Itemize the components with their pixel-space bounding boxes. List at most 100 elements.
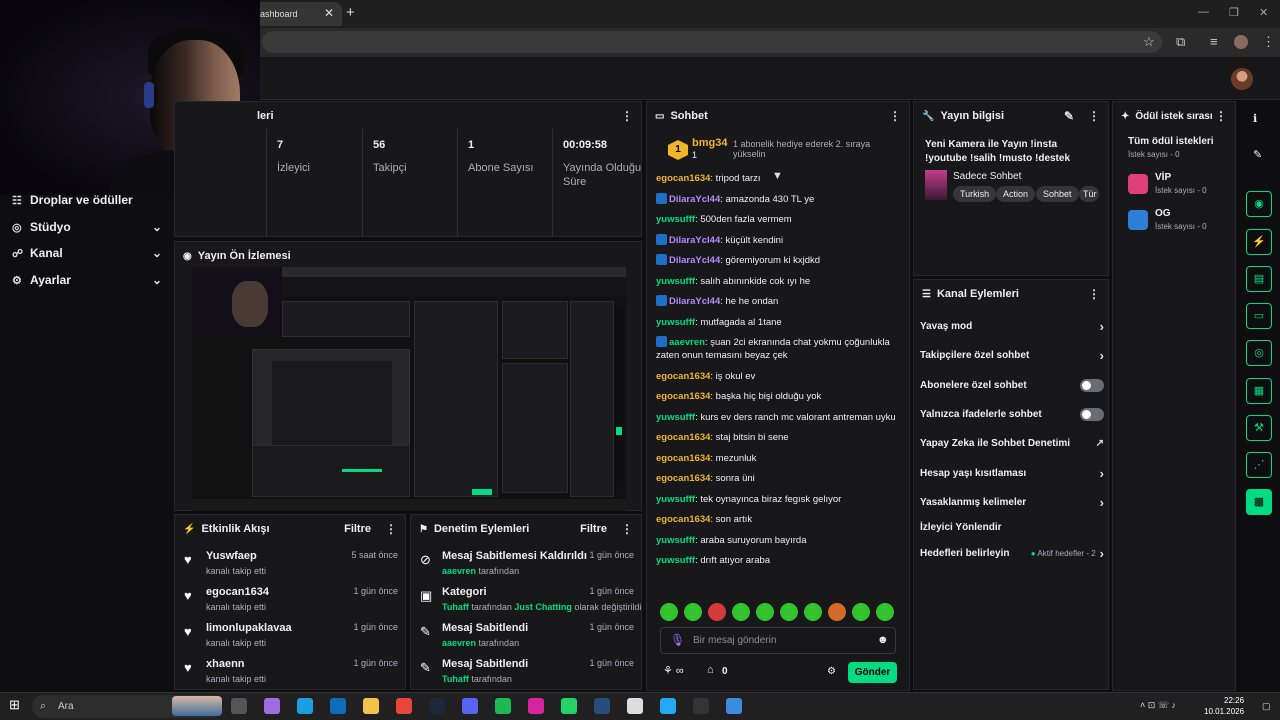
event-row[interactable]: ♥ xhaenn kanalı takip etti 1 gün önce xyxy=(182,656,398,688)
chat-username[interactable]: yuwsufff xyxy=(656,412,695,423)
extensions-icon[interactable]: ⧉ xyxy=(1176,34,1185,50)
chat-message[interactable]: yuwsufff: kurs ev ders ranch mc valorant… xyxy=(656,411,906,424)
action-ai-moderation[interactable]: Yapay Zeka ile Sohbet Denetimi ↗ xyxy=(920,433,1104,453)
clipboard-icon[interactable]: ▤ xyxy=(1246,266,1272,292)
reward-og[interactable] xyxy=(1128,210,1148,230)
close-window-icon[interactable]: ✕ xyxy=(1259,6,1268,19)
maximize-window-icon[interactable]: ❐ xyxy=(1229,6,1239,19)
chat-username[interactable]: DilaraYcl44 xyxy=(669,296,720,307)
action-followers-only[interactable]: Takipçilere özel sohbet › xyxy=(920,345,1104,365)
action-account-age[interactable]: Hesap yaşı kısıtlaması › xyxy=(920,463,1104,483)
event-row[interactable]: ♥ egocan1634 kanalı takip etti 1 gün önce xyxy=(182,584,398,616)
profile-avatar[interactable] xyxy=(1234,35,1248,49)
chat-username[interactable]: yuwsufff xyxy=(656,276,695,287)
outlook-icon[interactable] xyxy=(330,698,346,714)
chat-message[interactable]: yuwsufff: 500den fazla vermem xyxy=(656,213,906,226)
info-icon[interactable]: ℹ xyxy=(1253,112,1257,125)
chat-username[interactable]: yuwsufff xyxy=(656,317,695,328)
emote-icon[interactable] xyxy=(828,603,846,621)
chat-username[interactable]: yuwsufff xyxy=(656,555,695,566)
emote-icon[interactable] xyxy=(876,603,894,621)
action-raid[interactable]: İzleyici Yönlendir xyxy=(920,517,1104,537)
address-bar[interactable] xyxy=(262,31,1162,53)
moderation-row[interactable]: ✎ Mesaj Sabitlendi Tuhaff tarafından 1 gün … xyxy=(418,656,634,688)
wrench-icon[interactable]: ⚒ xyxy=(1246,415,1272,441)
instagram-icon[interactable] xyxy=(528,698,544,714)
chat-username[interactable]: egocan1634 xyxy=(656,453,710,464)
action-emote-only[interactable]: Yalnızca ifadelerle sohbet xyxy=(920,404,1104,424)
action-banned-words[interactable]: Yasaklanmış kelimeler › xyxy=(920,492,1104,512)
explorer-icon[interactable] xyxy=(363,698,379,714)
stream-tag[interactable]: Tür xyxy=(1079,186,1099,202)
broadcast-icon[interactable]: ◎ xyxy=(1246,340,1272,366)
layout-icon[interactable]: ▦ xyxy=(1246,378,1272,404)
chat-message[interactable]: yuwsufff: mutfagada al 1tane xyxy=(656,316,906,329)
app-icon[interactable] xyxy=(594,698,610,714)
chat-icon[interactable]: ▭ xyxy=(1246,303,1272,329)
action-slow-mode[interactable]: Yavaş mod › xyxy=(920,316,1104,336)
chat-message[interactable]: egocan1634: sonra üni xyxy=(656,472,906,485)
chat-message[interactable]: yuwsufff: drıft atıyor araba xyxy=(656,554,906,567)
stream-tag[interactable]: Turkish xyxy=(953,186,997,202)
stream-tag[interactable]: Sohbet xyxy=(1036,186,1079,202)
microphone-icon[interactable]: 🎙 xyxy=(670,633,685,647)
chat-username[interactable]: egocan1634 xyxy=(656,371,710,382)
more-options-icon[interactable]: ⋮ xyxy=(889,109,901,123)
chat-message[interactable]: egocan1634: son artık xyxy=(656,513,906,526)
chat-username[interactable]: yuwsufff xyxy=(656,214,695,225)
chat-message[interactable]: egocan1634: staj bitsin bi sene xyxy=(656,431,906,444)
moderation-filter-button[interactable]: Filtre xyxy=(580,523,607,535)
stream-preview-video[interactable] xyxy=(192,267,626,511)
emote-icon[interactable] xyxy=(732,603,750,621)
more-options-icon[interactable]: ⋮ xyxy=(1088,109,1100,123)
whatsapp-icon[interactable] xyxy=(561,698,577,714)
emote-icon[interactable] xyxy=(852,603,870,621)
subscribers-only-toggle[interactable] xyxy=(1080,378,1104,392)
chat-message[interactable]: yuwsufff: salıh abınınkide cok ıyı he xyxy=(656,275,906,288)
taskbar-clock[interactable]: 22:26 10.01.2026 xyxy=(1204,695,1244,717)
emote-icon[interactable] xyxy=(708,603,726,621)
moderation-row[interactable]: ✎ Mesaj Sabitlendi aaevren tarafından 1 gün… xyxy=(418,620,634,652)
event-row[interactable]: ♥ limonlupaklavaa kanalı takip etti 1 gün ö… xyxy=(182,620,398,652)
emote-only-toggle[interactable] xyxy=(1080,407,1104,421)
activity-filter-button[interactable]: Filtre xyxy=(344,523,371,535)
chat-message[interactable]: egocan1634: başka hiç bişi olduğu yok xyxy=(656,390,906,403)
send-button[interactable]: Gönder xyxy=(848,662,897,683)
new-tab-icon[interactable]: + xyxy=(346,4,355,21)
chat-username[interactable]: yuwsufff xyxy=(656,535,695,546)
close-tab-icon[interactable]: ✕ xyxy=(324,6,334,20)
action-subscribers-only[interactable]: Abonelere özel sohbet xyxy=(920,375,1104,395)
chat-message[interactable]: yuwsufff: tek oynayınca biraz fegısk gel… xyxy=(656,493,906,506)
all-rewards-label[interactable]: Tüm ödül istekleri xyxy=(1128,136,1228,147)
emoji-icon[interactable]: ☻ xyxy=(877,634,889,646)
bolt-icon[interactable]: ⚡ xyxy=(1246,229,1272,255)
chat-message[interactable]: egocan1634: iş okul ev xyxy=(656,370,906,383)
emote-icon[interactable] xyxy=(756,603,774,621)
chat-message[interactable]: yuwsufff: araba suruyorum bayırda xyxy=(656,534,906,547)
more-options-icon[interactable]: ⋮ xyxy=(1088,287,1100,301)
notes-icon[interactable] xyxy=(627,698,643,714)
windows-start-icon[interactable]: ⊞ xyxy=(9,697,20,713)
chat-message[interactable]: egocan1634: tripod tarzı xyxy=(656,172,906,185)
vscode-icon[interactable] xyxy=(660,698,676,714)
share-icon[interactable]: ⋰ xyxy=(1246,452,1272,478)
chat-message[interactable]: DilaraYcl44: küçült kendini xyxy=(656,233,906,247)
more-options-icon[interactable]: ⋮ xyxy=(621,109,633,123)
sidebar-item-channel[interactable]: ☍ Kanal ⌄ xyxy=(12,243,162,263)
discord-icon[interactable] xyxy=(462,698,478,714)
emote-icon[interactable] xyxy=(660,603,678,621)
steam-icon[interactable] xyxy=(429,698,445,714)
edge-icon[interactable] xyxy=(297,698,313,714)
eye-icon[interactable]: ◉ xyxy=(1246,191,1272,217)
chat-username[interactable]: DilaraYcl44 xyxy=(669,255,720,266)
chat-username[interactable]: DilaraYcl44 xyxy=(669,235,720,246)
chat-username[interactable]: yuwsufff xyxy=(656,494,695,505)
chat-username[interactable]: egocan1634 xyxy=(656,432,710,443)
clapper-icon[interactable]: ▩ xyxy=(1246,489,1272,515)
sidebar-item-settings[interactable]: ⚙ Ayarlar ⌄ xyxy=(12,270,162,290)
chat-message[interactable]: aaevren: şuan 2ci ekranında chat yokmu ç… xyxy=(656,336,906,362)
more-options-icon[interactable]: ⋮ xyxy=(621,522,633,536)
media-icon[interactable]: ≡ xyxy=(1210,34,1218,49)
sidebar-item-studio[interactable]: ◎ Stüdyo ⌄ xyxy=(12,217,162,237)
chat-username[interactable]: egocan1634 xyxy=(656,173,710,184)
